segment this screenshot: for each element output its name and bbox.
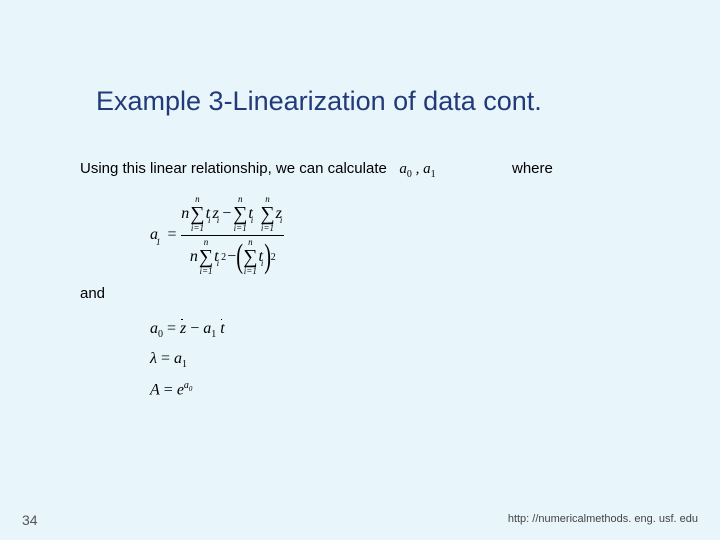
intro-text: Using this linear relationship, we can c… [80, 160, 436, 180]
formula-a0: a0 = z − a1 t [150, 320, 225, 340]
slide-number: 34 [22, 512, 38, 528]
and-text: and [80, 285, 105, 302]
denominator: n n∑i=1 ti2 − ( n∑i=1 ti )2 [190, 238, 276, 276]
sigma-icon: n∑i=1 [190, 195, 204, 233]
coeff-a0: a0 [399, 161, 415, 177]
slide: Example 3-Linearization of data cont. Us… [0, 0, 720, 540]
sigma-icon: n∑i=1 [199, 238, 213, 276]
intro-sentence: Using this linear relationship, we can c… [80, 160, 387, 177]
fraction-bar [181, 235, 284, 236]
slide-title: Example 3-Linearization of data cont. [96, 86, 542, 117]
sigma-icon: n∑i=1 [233, 195, 247, 233]
formula-lambda: λ = a1 [150, 350, 225, 370]
formula-a1: a1 = n n∑i=1 ti zi − n∑i=1 ti n∑i=1 zi n… [150, 195, 284, 276]
sigma-icon: n∑i=1 [260, 195, 274, 233]
footer-url: http: //numericalmethods. eng. usf. edu [508, 513, 698, 525]
sigma-icon: n∑i=1 [243, 238, 257, 276]
fraction: n n∑i=1 ti zi − n∑i=1 ti n∑i=1 zi n n∑i=… [181, 195, 284, 276]
formula-block-2: a0 = z − a1 t λ = a1 A = ea0 [150, 320, 225, 410]
formula-A: A = ea0 [150, 380, 225, 399]
where-text: where [512, 160, 553, 177]
coeff-a1: a1 [423, 161, 436, 177]
numerator: n n∑i=1 ti zi − n∑i=1 ti n∑i=1 zi [181, 195, 284, 233]
